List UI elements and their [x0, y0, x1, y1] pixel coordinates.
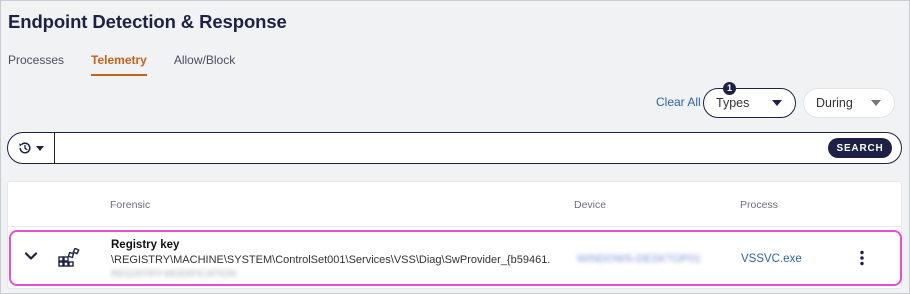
history-icon: [19, 142, 31, 154]
caret-down-icon: [871, 100, 881, 106]
tab-processes[interactable]: Processes: [8, 53, 64, 71]
registry-icon: [58, 248, 80, 267]
forensic-title: Registry key: [111, 239, 180, 251]
tab-telemetry[interactable]: Telemetry: [91, 53, 147, 76]
column-header-process: Process: [740, 199, 778, 211]
forensic-path: \REGISTRY\MACHINE\SYSTEM\ControlSet001\S…: [111, 254, 551, 266]
types-count-badge: 1: [723, 82, 736, 95]
tab-bar: Processes Telemetry Allow/Block: [8, 53, 262, 76]
search-history-button[interactable]: [8, 133, 55, 163]
forensic-subtitle-redacted: REGISTRY-MODIFICATION: [111, 269, 237, 280]
caret-down-icon: [772, 100, 782, 106]
types-filter-label: Types: [716, 96, 750, 110]
types-filter-dropdown[interactable]: 1 Types: [703, 82, 796, 118]
device-name-redacted: WINDOWS-DESKTOP01: [577, 253, 701, 265]
page-title: Endpoint Detection & Response: [8, 11, 287, 32]
search-input[interactable]: [56, 134, 826, 162]
during-filter-dropdown[interactable]: During: [803, 88, 895, 118]
column-header-device: Device: [574, 199, 607, 211]
results-panel: Forensic Device Process Registry key \RE…: [7, 181, 902, 289]
tab-allow-block[interactable]: Allow/Block: [174, 53, 235, 71]
process-link[interactable]: VSSVC.exe: [741, 253, 802, 265]
search-bar: SEARCH: [7, 132, 902, 164]
column-header-forensic: Forensic: [110, 199, 151, 211]
clear-all-link[interactable]: Clear All: [656, 95, 701, 109]
search-button[interactable]: SEARCH: [828, 138, 892, 158]
header-divider: [8, 226, 901, 227]
table-row[interactable]: Registry key \REGISTRY\MACHINE\SYSTEM\Co…: [9, 230, 902, 286]
more-options-icon[interactable]: [859, 250, 865, 266]
during-filter-label: During: [816, 96, 853, 110]
chevron-down-icon[interactable]: [24, 251, 38, 261]
chevron-down-icon: [36, 145, 44, 151]
